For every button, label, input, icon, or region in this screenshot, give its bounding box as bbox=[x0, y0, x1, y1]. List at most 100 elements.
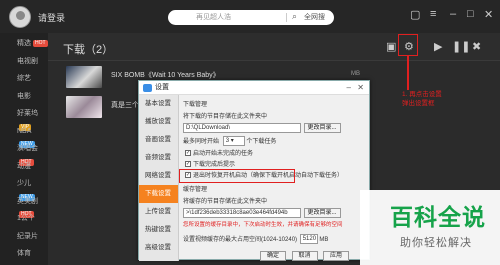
ok-button[interactable]: 确定 bbox=[260, 251, 286, 261]
max-tasks-suffix: 个下载任务 bbox=[246, 138, 277, 145]
avatar[interactable] bbox=[9, 6, 31, 28]
watermark: 百科全说 助你轻松解决 bbox=[360, 190, 500, 265]
settings-nav-item[interactable]: 音画设置 bbox=[139, 131, 178, 149]
annotation-text: 1. 再点击设置 弹出设置框 bbox=[402, 91, 442, 107]
sidebar-item-label: 英美剧 bbox=[17, 197, 38, 205]
cache-browse-button[interactable]: 更改目录... bbox=[303, 207, 341, 218]
checkbox-label: 下载完成后提示 bbox=[193, 162, 236, 169]
download-title: SIX BOMB《Wait 10 Years Baby》 bbox=[111, 72, 220, 79]
play-icon[interactable]: ▶ bbox=[434, 40, 442, 53]
sidebar-item-label: NBA bbox=[17, 127, 32, 135]
search-icon[interactable]: ⌕ bbox=[292, 11, 297, 22]
menu-icon[interactable]: ≡ bbox=[430, 8, 436, 20]
settings-nav-item[interactable]: 热键设置 bbox=[139, 221, 178, 239]
search-scope-button[interactable]: 全网搜 bbox=[304, 12, 325, 22]
option-checkbox[interactable]: ✓ 启动开始未完成的任务 bbox=[183, 148, 367, 157]
maximize-icon[interactable]: □ bbox=[467, 8, 474, 20]
top-bar: 请登录 再见超人浩 ⌕ 全网搜 ▢ ≡ – □ ✕ bbox=[0, 0, 500, 33]
close-icon[interactable]: ✕ bbox=[357, 81, 364, 95]
settings-nav-item[interactable]: 高级设置 bbox=[139, 239, 178, 257]
checkbox-box[interactable]: ✓ bbox=[185, 161, 191, 168]
video-thumbnail bbox=[66, 66, 102, 88]
sidebar-item-label: 动漫 bbox=[17, 162, 31, 170]
settings-dialog: 设置 – ✕ 基本设置 播放设置 音画设置 音频设置 网络设置 下载设置 上传设置 热键设置高… bbox=[138, 80, 370, 261]
cache-size-label: 设置视频缓存的最大占用空间(1024-10240) bbox=[183, 236, 298, 243]
app-logo-icon bbox=[143, 84, 152, 92]
sidebar-item-label: 电影 bbox=[17, 92, 31, 100]
watermark-title: 百科全说 bbox=[390, 204, 486, 230]
sidebar-item-label: 精选 bbox=[17, 40, 31, 47]
search-divider bbox=[286, 13, 287, 22]
settings-nav-item[interactable]: 音频设置 bbox=[139, 149, 178, 167]
settings-nav-item[interactable]: 播放设置 bbox=[139, 113, 178, 131]
download-title: 真是三个 bbox=[111, 102, 139, 109]
minimize-icon[interactable]: – bbox=[450, 8, 456, 20]
checkbox-box[interactable]: ✓ bbox=[185, 150, 191, 157]
max-tasks-label: 最多同时开始 bbox=[183, 138, 220, 145]
cancel-button[interactable]: 取消 bbox=[291, 251, 318, 261]
dialog-title: 设置 bbox=[155, 84, 169, 91]
sidebar-item[interactable]: 体育 bbox=[0, 247, 48, 261]
settings-nav-item[interactable]: 网络设置 bbox=[139, 167, 178, 185]
download-group-title: 下载管理 bbox=[183, 102, 208, 108]
sidebar-item[interactable]: 1公个 bbox=[0, 212, 48, 226]
sidebar-item[interactable]: 演唱会HOT bbox=[0, 142, 48, 166]
gear-highlight-box bbox=[398, 34, 418, 56]
cache-folder-label: 将缓存的节目存储在此文件夹中 bbox=[183, 199, 268, 206]
sidebar-item[interactable]: 电视剧 bbox=[0, 55, 48, 69]
dialog-title-bar: 设置 – ✕ bbox=[139, 81, 369, 95]
login-link[interactable]: 请登录 bbox=[38, 11, 65, 24]
sidebar-item-label: 1公个 bbox=[17, 215, 35, 222]
settings-nav-item[interactable]: 下载设置 bbox=[139, 185, 178, 203]
browse-button[interactable]: 更改目录... bbox=[303, 122, 341, 133]
sidebar-item[interactable]: 动漫 bbox=[0, 160, 48, 174]
sidebar-item[interactable]: 纪录片 bbox=[0, 230, 48, 244]
sidebar-item-label: 体育 bbox=[17, 250, 31, 257]
save-path-input[interactable]: D:\QLDownload\ bbox=[183, 122, 301, 133]
dialog-buttons: 确定 取消 应用 bbox=[257, 249, 350, 261]
sidebar-item[interactable]: 少儿NEW bbox=[0, 177, 48, 201]
sidebar-item[interactable]: 综艺 bbox=[0, 72, 48, 86]
settings-nav-item[interactable]: 基本设置 bbox=[139, 95, 178, 113]
cache-path-input[interactable]: >\1df236deb33318c8ae03e464fd494b bbox=[183, 207, 301, 218]
annotation-arrow bbox=[407, 56, 409, 90]
option-checkbox[interactable]: ✓ 下载完成后提示 bbox=[183, 159, 367, 168]
download-size: MB bbox=[351, 71, 360, 77]
sidebar-item[interactable]: 电影 bbox=[0, 90, 48, 104]
sidebar-item-label: 好莱坞 bbox=[17, 110, 38, 117]
settings-nav: 基本设置 播放设置 音画设置 音频设置 网络设置 下载设置 上传设置 热键设置 高级设置 bbox=[139, 95, 179, 261]
sidebar-item[interactable]: 好莱坞VIP bbox=[0, 107, 48, 131]
search-input[interactable]: 再见超人浩 bbox=[196, 12, 231, 22]
pause-icon[interactable]: ❚❚ bbox=[452, 40, 470, 53]
sidebar-item-label: 演唱会 bbox=[17, 145, 38, 152]
sidebar-item[interactable]: NBANEW bbox=[0, 125, 48, 149]
close-icon[interactable]: ✕ bbox=[484, 8, 493, 21]
checkbox-label: 启动开始未完成的任务 bbox=[193, 151, 254, 158]
page-title: 下载（2） bbox=[63, 44, 114, 56]
sidebar-item[interactable]: 英美剧HOT bbox=[0, 195, 48, 219]
sidebar-item-label: 电视剧 bbox=[17, 57, 38, 65]
sidebar-item-label: 纪录片 bbox=[17, 232, 38, 240]
sidebar-item-label: 综艺 bbox=[17, 75, 31, 82]
settings-nav-item[interactable]: 上传设置 bbox=[139, 203, 178, 221]
save-folder-label: 将下载的节目存储在此文件夹中 bbox=[183, 114, 268, 120]
sidebar: 精选 HOT 电视剧 综艺 电影 好莱坞VIP NBANEW 演唱会HOT 动漫 少儿NEW 英美剧… bbox=[0, 33, 48, 265]
folder-icon[interactable]: ▣ bbox=[386, 40, 396, 53]
apply-button[interactable]: 应用 bbox=[323, 251, 350, 261]
video-thumbnail bbox=[66, 96, 102, 118]
minimize-icon[interactable]: – bbox=[347, 81, 351, 95]
cache-size-input[interactable]: 5120 bbox=[299, 234, 318, 245]
delete-icon[interactable]: ✖ bbox=[472, 40, 481, 53]
sidebar-item-label: 少儿 bbox=[17, 180, 31, 187]
download-header: 下载（2） ▣ ⚙ ▶ ❚❚ ✖ bbox=[48, 33, 500, 61]
sidebar-item[interactable]: 精选 HOT bbox=[0, 37, 48, 51]
cache-group-title: 缓存管理 bbox=[183, 187, 208, 194]
max-tasks-select[interactable]: 3 ▾ bbox=[222, 136, 245, 147]
sidebar-badge: HOT bbox=[33, 39, 48, 47]
max-tasks-value: 3 bbox=[225, 138, 230, 145]
skin-icon[interactable]: ▢ bbox=[410, 8, 420, 21]
search-box[interactable]: 再见超人浩 ⌕ 全网搜 bbox=[168, 10, 334, 25]
cache-size-unit: MB bbox=[319, 236, 329, 243]
cache-warning: 您所设置的缓存目录中，下次启动时生效，并请确保有足够的空间 bbox=[183, 221, 343, 228]
cache-path-highlight-box bbox=[179, 169, 295, 183]
